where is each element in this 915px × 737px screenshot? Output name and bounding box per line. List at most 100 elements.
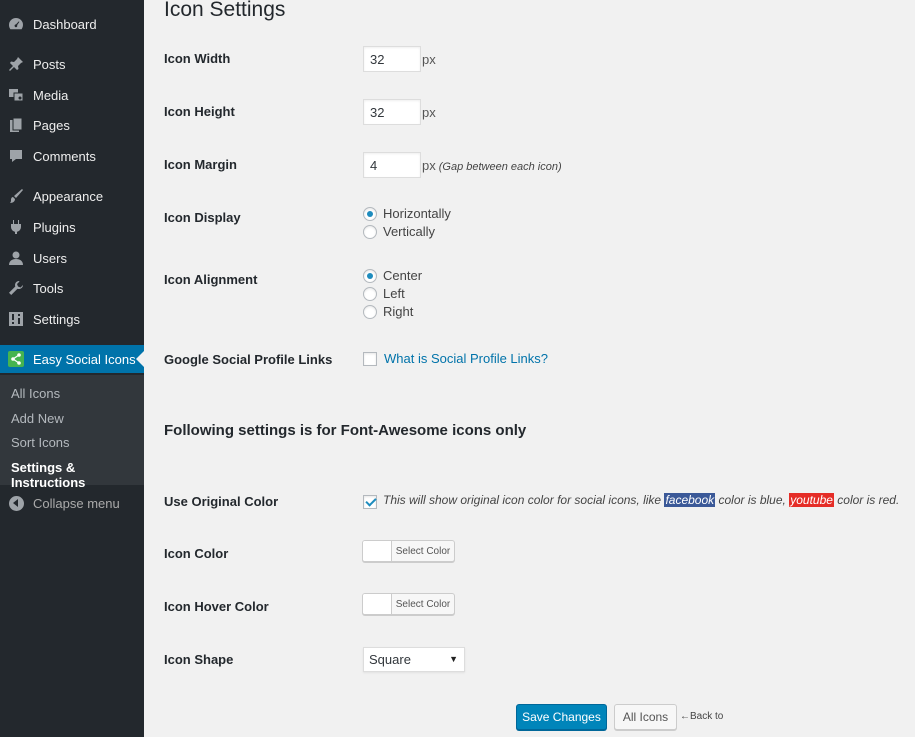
admin-sidebar: Dashboard Posts Media Pages Comments App… [0,0,144,737]
settings-page: Icon Settings Icon Width px Icon Height … [164,0,915,737]
alignment-center-label: Center [383,268,423,283]
plug-icon [8,219,24,235]
settings-icon [8,311,24,327]
menu-appearance-label: Appearance [33,188,104,204]
dashboard-icon [8,16,24,32]
menu-appearance[interactable]: Appearance [0,182,144,210]
original-color-desc-1: This will show original icon color for s… [383,493,662,507]
icon-margin-hint: (Gap between each icon) [438,161,562,173]
menu-tools-label: Tools [33,280,64,296]
menu-easy-social-icons-label: Easy Social Icons [33,351,136,367]
icon-color-picker-button[interactable]: Select Color [362,540,455,562]
menu-tools[interactable]: Tools [0,274,144,302]
media-icon [8,87,24,103]
alignment-left-label: Left [383,286,405,301]
alignment-right-radio[interactable] [363,304,377,319]
submenu-add-new[interactable]: Add New [11,411,64,426]
icon-display-label: Icon Display [164,210,241,225]
menu-easy-social-icons[interactable]: Easy Social Icons [0,345,144,373]
comment-icon [8,148,24,164]
collapse-menu-label: Collapse menu [33,495,120,511]
menu-dashboard-label: Dashboard [33,16,97,32]
menu-settings-label: Settings [33,311,80,327]
submenu: All Icons Add New Sort Icons Settings & … [0,375,144,490]
icon-hover-color-swatch [363,594,392,614]
icon-width-unit: px [422,52,436,67]
dropdown-arrow-icon: ▼ [449,654,458,664]
icon-shape-label: Icon Shape [164,652,234,667]
submenu-settings-instructions[interactable]: Settings & Instructions [11,460,144,490]
menu-media[interactable]: Media [0,81,144,109]
display-vertically-radio[interactable] [363,224,377,239]
facebook-highlight: facebook [664,493,716,507]
alignment-left-option[interactable]: Left [363,286,405,301]
icon-margin-input[interactable] [363,152,421,178]
user-icon [8,250,24,266]
icon-hover-color-picker-button[interactable]: Select Color [362,593,455,615]
menu-plugins[interactable]: Plugins [0,213,144,241]
menu-comments-label: Comments [33,148,96,164]
menu-pages[interactable]: Pages [0,111,144,139]
wrench-icon [8,280,24,296]
icon-width-input[interactable] [363,46,421,72]
icon-color-swatch [363,541,392,561]
use-original-color-checkbox[interactable] [363,495,377,509]
submenu-all-icons[interactable]: All Icons [11,386,60,401]
use-original-color-label: Use Original Color [164,494,279,509]
icon-alignment-label: Icon Alignment [164,272,258,287]
icon-height-input[interactable] [363,99,421,125]
original-color-desc-3: color is red. [837,493,900,507]
google-links-label: Google Social Profile Links [164,352,333,367]
save-changes-button[interactable]: Save Changes [516,704,607,730]
submenu-sort-icons[interactable]: Sort Icons [11,435,70,450]
icon-margin-label: Icon Margin [164,157,237,172]
display-vertically-option[interactable]: Vertically [363,224,435,239]
original-color-desc-2: color is blue, [718,493,786,507]
back-to-text: ←Back to [680,711,724,722]
menu-posts[interactable]: Posts [0,50,144,78]
icon-margin-unit: px [422,158,436,173]
icon-color-button-label: Select Color [395,545,451,557]
menu-plugins-label: Plugins [33,219,76,235]
youtube-highlight: youtube [789,493,834,507]
alignment-left-radio[interactable] [363,286,377,301]
menu-users-label: Users [33,250,67,266]
alignment-right-label: Right [383,304,414,319]
collapse-arrow-icon [9,495,24,511]
all-icons-button[interactable]: All Icons [614,704,677,730]
icon-color-label: Icon Color [164,546,229,561]
collapse-menu-button[interactable]: Collapse menu [0,490,144,516]
pin-icon [8,56,24,72]
google-links-row: What is Social Profile Links? [363,351,548,366]
menu-users[interactable]: Users [0,244,144,272]
google-links-checkbox[interactable] [363,351,377,366]
icon-hover-color-label: Icon Hover Color [164,599,269,614]
alignment-right-option[interactable]: Right [363,304,413,319]
menu-dashboard[interactable]: Dashboard [0,10,144,38]
icon-shape-selected-value: Square [369,652,411,667]
social-profile-links-help-link[interactable]: What is Social Profile Links? [384,351,548,366]
alignment-center-radio[interactable] [363,268,377,283]
icon-margin-unit-row: px (Gap between each icon) [422,158,562,173]
page-title: Icon Settings [164,0,286,21]
display-horizontally-radio[interactable] [363,206,377,221]
menu-posts-label: Posts [33,56,66,72]
display-horizontally-option[interactable]: Horizontally [363,206,451,221]
menu-settings[interactable]: Settings [0,305,144,333]
use-original-color-description: This will show original icon color for s… [383,493,899,507]
alignment-center-option[interactable]: Center [363,268,422,283]
menu-comments[interactable]: Comments [0,142,144,170]
display-horizontally-label: Horizontally [383,206,451,221]
brush-icon [8,188,24,204]
menu-pages-label: Pages [33,117,70,133]
icon-height-label: Icon Height [164,104,235,119]
display-vertically-label: Vertically [383,224,436,239]
pages-icon [8,117,24,133]
font-awesome-heading: Following settings is for Font-Awesome i… [164,422,527,439]
icon-width-label: Icon Width [164,51,231,66]
menu-media-label: Media [33,87,69,103]
icon-height-unit: px [422,105,436,120]
share-icon [8,351,24,367]
icon-hover-color-button-label: Select Color [395,598,451,610]
icon-shape-select[interactable]: Square ▼ [363,647,465,672]
